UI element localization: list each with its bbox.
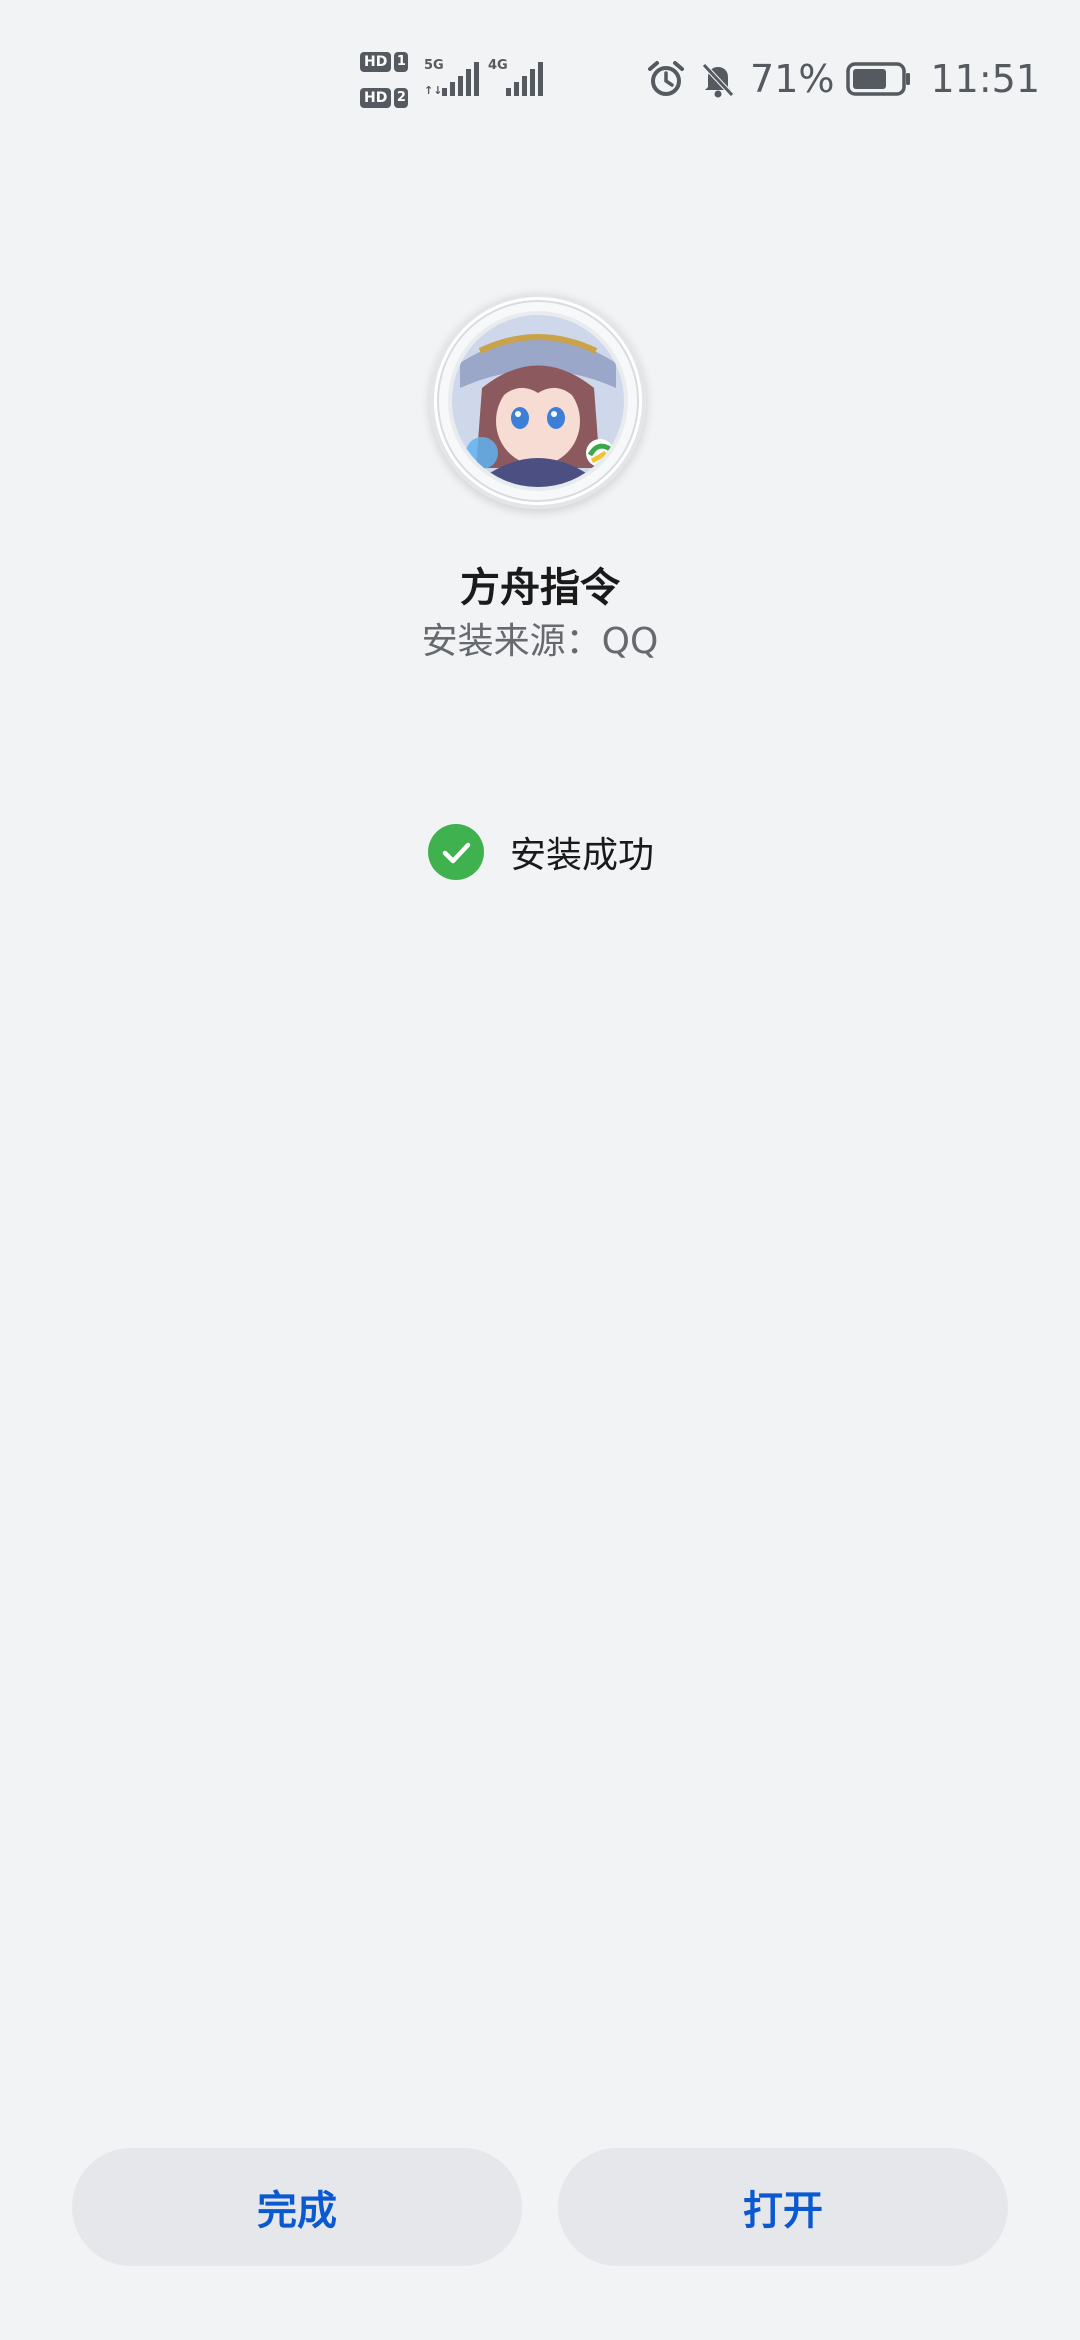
install-source-label: 安装来源：: [421, 621, 602, 662]
status-right-group: 71% 11:51: [646, 54, 1040, 104]
sim1-hd-badge: HD 1: [360, 50, 409, 74]
clock-time: 11:51: [930, 57, 1040, 101]
done-button-label: 完成: [257, 2188, 337, 2234]
sim1-hd-label: HD: [360, 52, 392, 72]
battery-percent: 71%: [750, 57, 835, 101]
sim1-signal-icon: 5G ↑↓: [424, 58, 486, 98]
svg-text:↑↓: ↑↓: [424, 84, 442, 97]
install-source: 安装来源：QQ: [0, 612, 1080, 664]
bell-off-icon: [698, 59, 738, 99]
sim2-signal-icon: 4G: [488, 58, 550, 98]
check-circle-icon: [428, 824, 484, 880]
open-button-label: 打开: [743, 2188, 823, 2234]
open-button[interactable]: 打开: [558, 2148, 1008, 2266]
sim1-number: 1: [394, 52, 409, 72]
alarm-icon: [646, 59, 686, 99]
install-status: 安装成功: [428, 824, 654, 880]
battery-icon: [846, 61, 912, 97]
install-source-value: QQ: [601, 621, 659, 662]
app-avatar-icon: [430, 293, 646, 509]
status-bar: HD 1 HD 2 5G ↑↓ 4G 71% 11:51: [0, 0, 1080, 150]
install-status-text: 安装成功: [510, 835, 655, 876]
sim-indicators: HD 1 HD 2: [360, 50, 416, 114]
sim2-number: 2: [394, 88, 409, 108]
app-name: 方舟指令: [460, 565, 620, 611]
done-button[interactable]: 完成: [72, 2148, 522, 2266]
sim2-hd-badge: HD 2: [360, 86, 409, 110]
sim2-hd-label: HD: [360, 88, 392, 108]
